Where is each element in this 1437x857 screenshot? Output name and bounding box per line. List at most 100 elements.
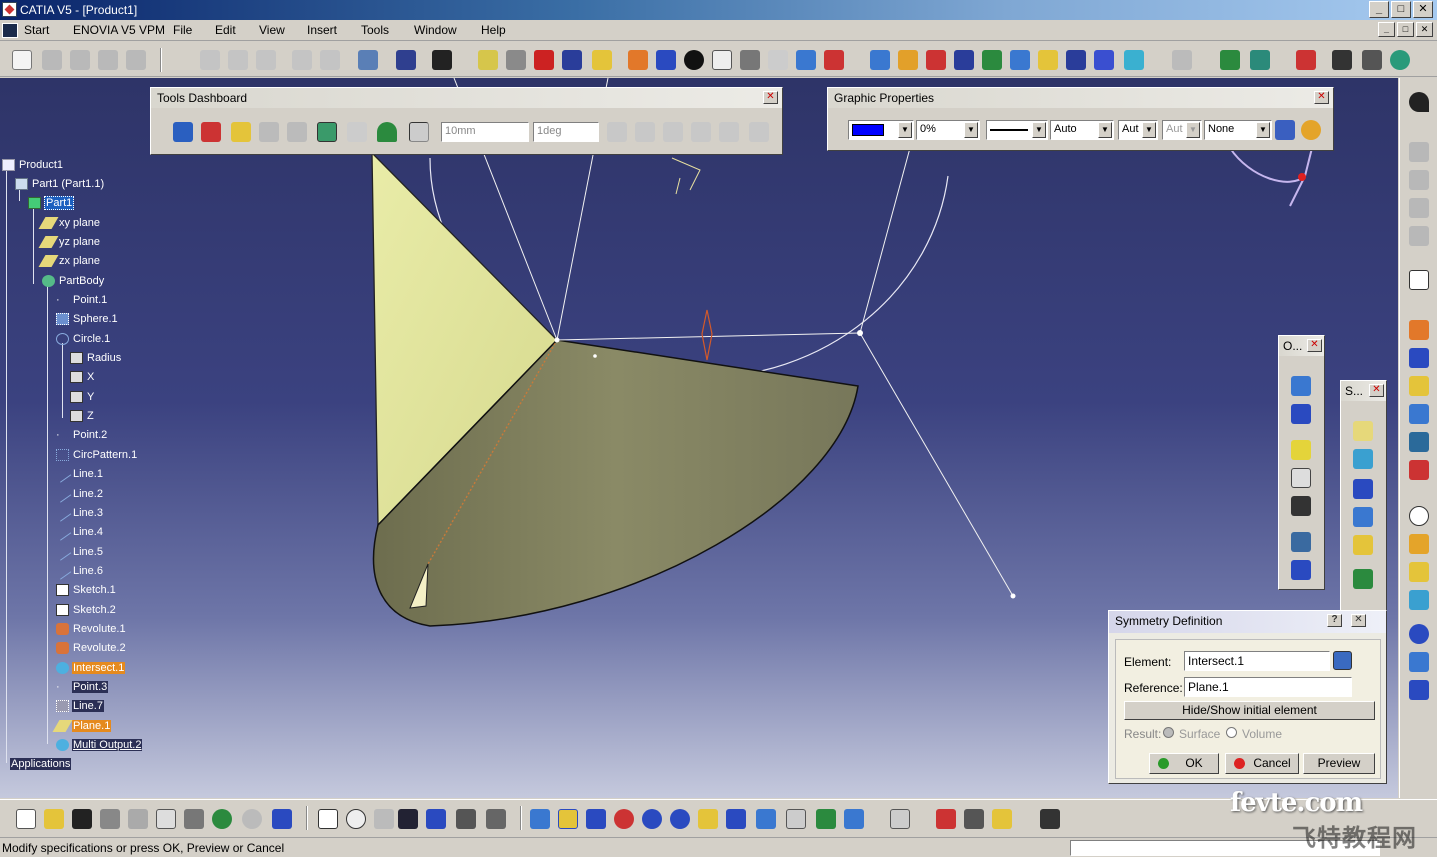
reference-field[interactable]: Plane.1 [1184, 677, 1352, 697]
circle-tool-icon[interactable] [1409, 460, 1429, 480]
blend-icon[interactable] [1353, 569, 1373, 589]
format-painter-icon[interactable] [1275, 120, 1295, 140]
close-button[interactable]: ✕ [1413, 1, 1433, 18]
connect-curve-icon[interactable] [1409, 652, 1429, 672]
tree-node-radius[interactable]: Radius [70, 350, 122, 366]
chevron-down-icon[interactable]: ▼ [1256, 122, 1270, 138]
tree-node-revolute-2[interactable]: Revolute.2 [56, 640, 127, 656]
transform-icon[interactable] [1094, 50, 1114, 70]
axis-system-icon[interactable] [740, 50, 760, 70]
surfaces-toolbar[interactable]: S... ✕ [1340, 380, 1387, 612]
symmetry-dialog-caption[interactable]: Symmetry Definition ? ✕ [1109, 611, 1386, 633]
chevron-down-icon[interactable]: ▼ [1186, 122, 1200, 138]
operations-toolbar[interactable]: O... ✕ [1278, 335, 1325, 590]
new-icon[interactable] [12, 50, 32, 70]
tree-icon[interactable] [426, 809, 446, 829]
sweep-icon[interactable] [926, 50, 946, 70]
compass-tool-icon[interactable] [377, 122, 397, 142]
swap-space-icon[interactable] [844, 809, 864, 829]
quick-view-icon[interactable] [890, 809, 910, 829]
cancel-button[interactable]: Cancel [1225, 753, 1299, 774]
tree-node-xy-plane[interactable]: xy plane [38, 215, 101, 231]
show-icon[interactable] [231, 122, 251, 142]
point-type-select[interactable]: Aut ▼ [1162, 120, 1202, 140]
tree-node-line-4[interactable]: Line.4 [53, 523, 104, 541]
print-icon[interactable] [100, 809, 120, 829]
measure-item-icon[interactable] [964, 809, 984, 829]
point-icon[interactable] [478, 50, 498, 70]
spiral-tool-icon[interactable] [1409, 562, 1429, 582]
car-icon[interactable] [562, 50, 582, 70]
graphic-properties-toolbar[interactable]: Graphic Properties ✕ ▼ 0% ▼ ▼ Auto ▼ Aut ▼ … [827, 87, 1334, 151]
menu-help[interactable]: Help [481, 23, 506, 37]
snap-icon[interactable] [173, 122, 193, 142]
save-icon[interactable] [72, 809, 92, 829]
rule-icon[interactable] [1250, 50, 1270, 70]
measure-between-icon[interactable] [936, 809, 956, 829]
axis-icon[interactable] [768, 50, 788, 70]
menu-start[interactable]: Start [24, 23, 49, 37]
line-3[interactable] [556, 332, 861, 341]
catalog-browser-icon[interactable] [1390, 50, 1410, 70]
doc-restore-button[interactable]: □ [1397, 22, 1414, 37]
copy-icon[interactable] [292, 50, 312, 70]
symmetry-definition-dialog[interactable]: Symmetry Definition ? ✕ Element: Interse… [1108, 610, 1387, 784]
length-input[interactable]: 10mm [441, 122, 529, 142]
multi-section-icon[interactable] [1353, 535, 1373, 555]
fit-all-icon[interactable] [558, 809, 578, 829]
sketch-based-icon[interactable] [42, 50, 62, 70]
spring-icon[interactable] [506, 50, 526, 70]
start-menu-icon[interactable] [2, 23, 18, 38]
menu-view[interactable]: View [259, 23, 285, 37]
line-tool-icon[interactable] [1409, 348, 1429, 368]
tree-node-line-5[interactable]: Line.5 [53, 543, 104, 561]
operations-toolbar-caption[interactable]: O... ✕ [1279, 336, 1324, 356]
tree-node-sketch-1[interactable]: Sketch.1 [56, 582, 117, 598]
menu-tools[interactable]: Tools [361, 23, 389, 37]
undo-icon[interactable] [212, 809, 232, 829]
parallel-curve-icon[interactable] [1409, 590, 1429, 610]
spiral-icon[interactable] [684, 50, 704, 70]
tree-node-partbody[interactable]: PartBody [42, 273, 105, 289]
conic-icon[interactable] [1409, 680, 1429, 700]
render-style-icon[interactable] [786, 809, 806, 829]
preview-button[interactable]: Preview [1303, 753, 1375, 774]
reaction-icon[interactable] [1296, 50, 1316, 70]
angle-input[interactable]: 1deg [533, 122, 599, 142]
dialog-close-icon[interactable]: ✕ [1351, 614, 1366, 627]
redo-icon[interactable] [242, 809, 262, 829]
translate-icon[interactable] [1291, 532, 1311, 552]
tree-node-z[interactable]: Z [70, 408, 95, 424]
measure-inertia-icon[interactable] [992, 809, 1012, 829]
tree-node-point-3[interactable]: · Point.3 [56, 679, 109, 695]
tree-node-part1[interactable]: Part1 [28, 195, 75, 211]
hide-show-initial-element-button[interactable]: Hide/Show initial element [1124, 701, 1375, 720]
doc-close-button[interactable]: ✕ [1416, 22, 1433, 37]
lock-icon[interactable] [456, 809, 476, 829]
fill-icon[interactable] [1353, 507, 1373, 527]
measure-icon[interactable] [656, 50, 676, 70]
power-copy-icon[interactable] [1332, 50, 1352, 70]
tools-dashboard-caption[interactable]: Tools Dashboard ✕ [151, 88, 782, 108]
plane-tool-icon[interactable] [1409, 376, 1429, 396]
extrude-icon[interactable] [898, 50, 918, 70]
table-icon[interactable] [398, 809, 418, 829]
surface-radio[interactable] [1163, 727, 1174, 738]
catalog-icon[interactable] [628, 50, 648, 70]
corner-icon[interactable] [1409, 624, 1429, 644]
color-tool-icon[interactable] [317, 122, 337, 142]
transparency-select[interactable]: 0% ▼ [916, 120, 980, 140]
zoom-out-icon[interactable] [670, 809, 690, 829]
grid-icon[interactable] [396, 50, 416, 70]
maximize-button[interactable]: □ [1391, 1, 1411, 18]
surfaces-close-icon[interactable]: ✕ [1369, 384, 1384, 397]
element-field[interactable]: Intersect.1 [1184, 651, 1330, 671]
intersection-icon[interactable] [1409, 432, 1429, 452]
menu-enovia[interactable]: ENOVIA V5 VPM [73, 23, 165, 37]
surfaces-toolbar-caption[interactable]: S... ✕ [1341, 381, 1386, 401]
tree-node-revolute-1[interactable]: Revolute.1 [56, 621, 127, 637]
boundary-icon[interactable] [1291, 468, 1311, 488]
constraint-icon[interactable] [432, 50, 452, 70]
tree-node-point-2[interactable]: · Point.2 [56, 427, 108, 443]
extrude-icon[interactable] [1353, 421, 1373, 441]
